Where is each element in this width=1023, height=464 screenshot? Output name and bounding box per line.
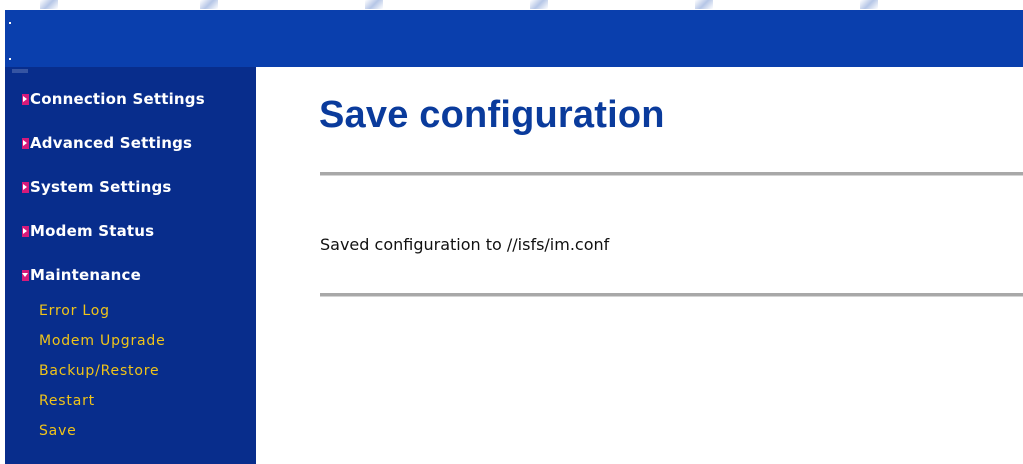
chevron-right-icon — [22, 137, 29, 149]
header-marker — [9, 58, 11, 60]
chevron-right-icon — [22, 225, 29, 237]
nav-section-label: Maintenance — [30, 266, 141, 284]
nav-advanced-settings[interactable]: Advanced Settings — [22, 134, 192, 152]
nav-section-label: Advanced Settings — [30, 134, 193, 152]
status-message: Saved configuration to //isfs/im.conf — [320, 235, 610, 254]
nav-maintenance[interactable]: Maintenance — [22, 266, 141, 284]
submenu-restart[interactable]: Restart — [39, 393, 95, 409]
nav-system-settings[interactable]: System Settings — [22, 178, 172, 196]
header-banner — [5, 10, 1023, 67]
divider — [320, 172, 1023, 176]
nav-connection-settings[interactable]: Connection Settings — [22, 90, 205, 108]
chevron-right-icon — [22, 181, 29, 193]
chevron-right-icon — [22, 93, 29, 105]
nav-section-label: Modem Status — [30, 222, 155, 240]
submenu-modem-upgrade[interactable]: Modem Upgrade — [39, 333, 166, 349]
page-title: Save configuration — [319, 94, 665, 136]
nav-modem-status[interactable]: Modem Status — [22, 222, 154, 240]
submenu-save[interactable]: Save — [39, 423, 77, 439]
divider — [320, 293, 1023, 297]
submenu-backup-restore[interactable]: Backup/Restore — [39, 363, 159, 379]
top-decoration — [0, 0, 1023, 10]
chevron-down-icon — [22, 269, 29, 281]
nav-section-label: System Settings — [30, 178, 172, 196]
submenu-error-log[interactable]: Error Log — [39, 303, 110, 319]
sidebar-nav: Connection Settings Advanced Settings Sy… — [5, 67, 256, 464]
nav-section-label: Connection Settings — [30, 90, 205, 108]
grip-icon — [12, 69, 28, 73]
header-marker — [9, 22, 11, 24]
